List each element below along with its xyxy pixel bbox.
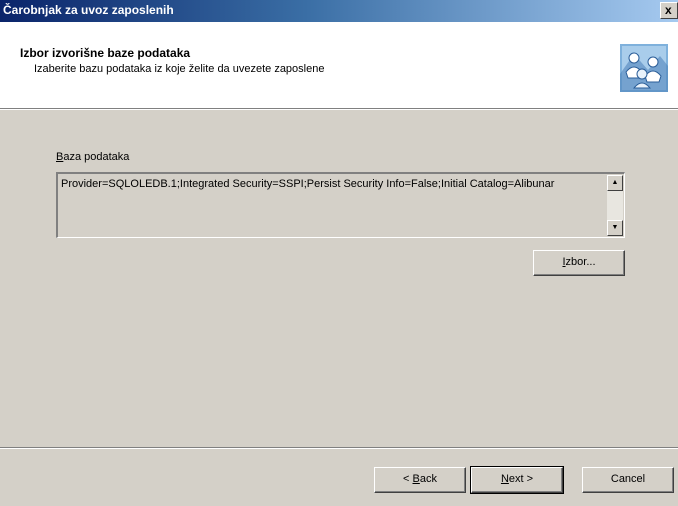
- scroll-up-arrow-icon[interactable]: ▲: [607, 175, 623, 191]
- wizard-people-icon: [620, 44, 668, 92]
- page-subtitle: Izaberite bazu podataka iz koje želite d…: [34, 63, 325, 75]
- database-label: Baza podataka: [56, 151, 129, 163]
- cancel-button[interactable]: Cancel: [582, 467, 674, 493]
- window-title: Čarobnjak za uvoz zaposlenih: [3, 3, 174, 17]
- next-button[interactable]: Next >: [470, 466, 564, 494]
- title-bar: Čarobnjak za uvoz zaposlenih x: [0, 0, 678, 22]
- choose-database-button[interactable]: Izbor...: [533, 250, 625, 276]
- header-divider: [0, 108, 678, 110]
- choose-button-rest: zbor...: [565, 256, 596, 268]
- connection-string-field[interactable]: Provider=SQLOLEDB.1;Integrated Security=…: [56, 172, 625, 238]
- page-title: Izbor izvorišne baze podataka: [20, 46, 191, 60]
- back-button-rest: ack: [419, 473, 437, 485]
- back-button-prefix: <: [403, 473, 413, 485]
- back-button-accel: B: [412, 473, 420, 485]
- wizard-header: Izbor izvorišne baze podataka Izaberite …: [0, 22, 678, 108]
- connection-string-text: Provider=SQLOLEDB.1;Integrated Security=…: [61, 178, 555, 190]
- next-button-rest: ext >: [508, 473, 534, 485]
- footer-divider: [0, 447, 678, 449]
- scroll-down-arrow-icon[interactable]: ▼: [607, 220, 623, 236]
- close-button[interactable]: x: [660, 2, 678, 19]
- database-label-rest: aza podataka: [63, 151, 130, 163]
- back-button[interactable]: < Back: [374, 467, 466, 493]
- vertical-scrollbar[interactable]: ▲ ▼: [607, 175, 623, 236]
- close-icon: x: [665, 3, 672, 17]
- next-button-accel: N: [500, 473, 509, 485]
